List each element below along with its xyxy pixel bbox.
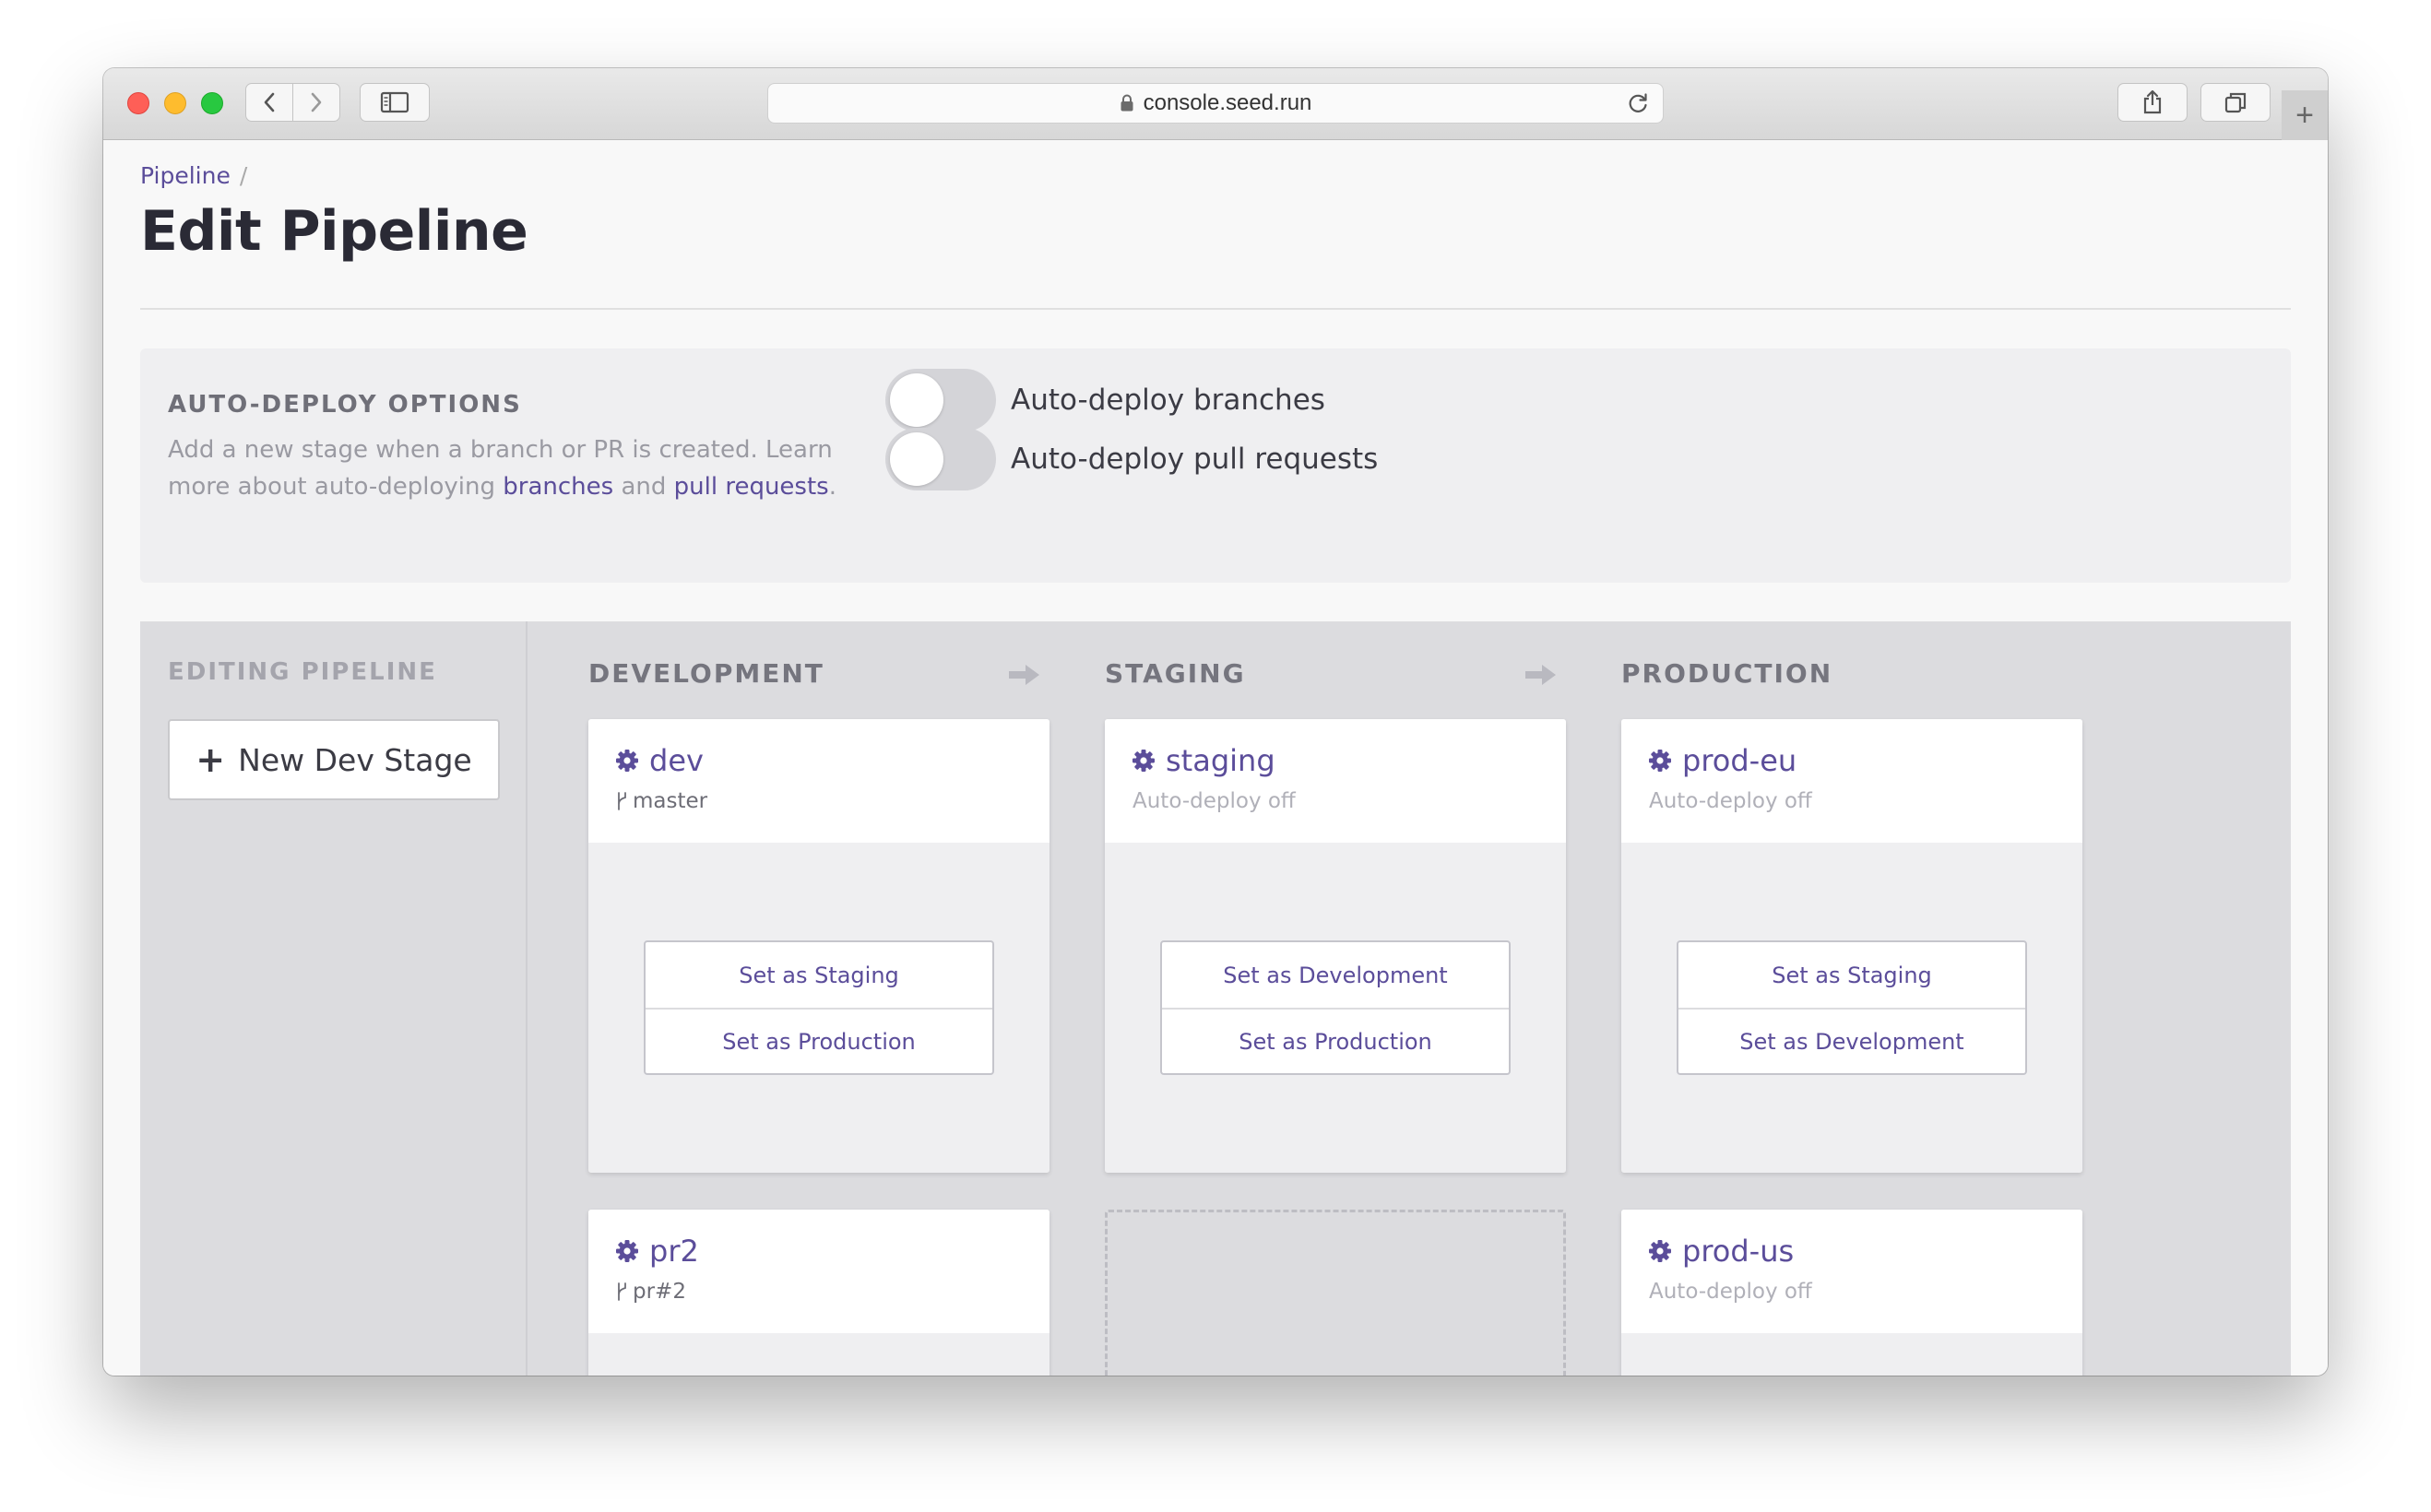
- toggle-knob: [890, 432, 943, 486]
- auto-deploy-description: Add a new stage when a branch or PR is c…: [168, 431, 850, 505]
- stage-card-staging: staging Auto-deploy off Set as Developme…: [1105, 719, 1566, 1173]
- set-as-production-button[interactable]: Set as Production: [1162, 1008, 1509, 1073]
- new-dev-stage-button[interactable]: + New Dev Stage: [168, 719, 500, 800]
- stage-card-prod-eu: prod-eu Auto-deploy off Set as Staging S…: [1621, 719, 2082, 1173]
- address-bar-url: console.seed.run: [1143, 90, 1312, 115]
- stage-name[interactable]: staging: [1131, 743, 1275, 778]
- page-title: Edit Pipeline: [140, 199, 528, 264]
- reload-icon[interactable]: [1626, 91, 1650, 115]
- auto-deploy-options-panel: AUTO-DEPLOY OPTIONS Add a new stage when…: [140, 348, 2291, 583]
- sidebar-toggle-button[interactable]: [360, 83, 430, 122]
- stage-card-header[interactable]: dev master: [588, 719, 1049, 843]
- breadcrumb-link-pipeline[interactable]: Pipeline: [140, 162, 231, 189]
- stage-auto-deploy-status: Auto-deploy off: [1649, 1280, 1812, 1304]
- pipeline-board: EDITING PIPELINE + New Dev Stage DEVELOP…: [140, 621, 2291, 1376]
- stage-auto-deploy-status: Auto-deploy off: [1132, 789, 1296, 813]
- staging-column-heading: STAGING: [1105, 658, 1246, 689]
- development-column-heading: DEVELOPMENT: [588, 658, 824, 689]
- editing-pipeline-heading: EDITING PIPELINE: [168, 658, 437, 686]
- stage-actions-menu: Set as Staging Set as Development: [1677, 940, 2027, 1075]
- address-bar[interactable]: console.seed.run: [767, 83, 1664, 124]
- share-button[interactable]: [2117, 83, 2188, 122]
- stage-branch-label: master: [633, 789, 708, 813]
- arrow-right-icon: [1524, 662, 1559, 688]
- page-content: Pipeline / Edit Pipeline AUTO-DEPLOY OPTI…: [103, 140, 2328, 1376]
- chevron-left-icon: [264, 92, 275, 112]
- branch-icon: [616, 791, 629, 811]
- stage-branch-label: pr#2: [633, 1280, 686, 1304]
- stage-name[interactable]: pr2: [614, 1234, 699, 1269]
- browser-toolbar: console.seed.run +: [103, 68, 2328, 140]
- stage-name-label: pr2: [649, 1234, 699, 1269]
- stage-name-label: prod-eu: [1682, 743, 1797, 778]
- lock-icon: [1120, 94, 1134, 112]
- auto-deploy-branches-toggle[interactable]: [885, 369, 996, 431]
- description-text: and: [613, 473, 674, 501]
- breadcrumb: Pipeline /: [140, 162, 247, 189]
- toggle-knob: [890, 373, 943, 427]
- gear-icon: [1131, 748, 1156, 774]
- auto-deploy-branches-row: Auto-deploy branches: [885, 369, 1325, 431]
- set-as-development-button[interactable]: Set as Development: [1162, 942, 1509, 1008]
- new-tab-button[interactable]: +: [2282, 90, 2328, 140]
- stage-name-label: dev: [649, 743, 704, 778]
- back-button[interactable]: [245, 83, 293, 122]
- stage-name[interactable]: prod-us: [1647, 1234, 1794, 1269]
- editing-pipeline-column: EDITING PIPELINE + New Dev Stage: [140, 621, 528, 1376]
- stage-branch: master: [616, 789, 707, 813]
- set-as-staging-button[interactable]: Set as Staging: [646, 942, 992, 1008]
- gear-icon: [614, 1238, 640, 1264]
- stage-card-header[interactable]: prod-eu Auto-deploy off: [1621, 719, 2082, 843]
- pull-requests-link[interactable]: pull requests: [674, 473, 829, 501]
- stage-auto-deploy-status: Auto-deploy off: [1649, 789, 1812, 813]
- stage-name-label: staging: [1166, 743, 1275, 778]
- plus-icon: +: [196, 739, 226, 780]
- stage-name[interactable]: prod-eu: [1647, 743, 1797, 778]
- auto-deploy-pull-requests-row: Auto-deploy pull requests: [885, 428, 1378, 490]
- sidebar-icon: [380, 91, 409, 113]
- auto-deploy-pull-requests-toggle[interactable]: [885, 428, 996, 490]
- branch-icon: [616, 1282, 629, 1302]
- arrow-right-icon: [1007, 662, 1042, 688]
- minimize-window-button[interactable]: [164, 92, 186, 114]
- set-as-staging-button[interactable]: Set as Staging: [1678, 942, 2025, 1008]
- stage-card-pr2: pr2 pr#2: [588, 1210, 1049, 1376]
- tab-overview-button[interactable]: [2200, 83, 2271, 122]
- stage-card-header[interactable]: staging Auto-deploy off: [1105, 719, 1566, 843]
- stage-name[interactable]: dev: [614, 743, 704, 778]
- empty-stage-slot[interactable]: [1105, 1210, 1566, 1376]
- browser-window: console.seed.run + Pipeline / Edit Pipel…: [103, 68, 2328, 1376]
- stage-card-prod-us: prod-us Auto-deploy off: [1621, 1210, 2082, 1376]
- breadcrumb-separator: /: [239, 162, 248, 189]
- close-window-button[interactable]: [127, 92, 149, 114]
- stage-branch: pr#2: [616, 1280, 686, 1304]
- stage-name-label: prod-us: [1682, 1234, 1795, 1269]
- gear-icon: [1647, 748, 1673, 774]
- stage-actions-menu: Set as Development Set as Production: [1160, 940, 1511, 1075]
- share-icon: [2143, 89, 2162, 114]
- production-column-heading: PRODUCTION: [1621, 658, 1833, 689]
- new-dev-stage-label: New Dev Stage: [238, 741, 472, 778]
- stage-actions-menu: Set as Staging Set as Production: [644, 940, 994, 1075]
- chevron-right-icon: [311, 92, 322, 112]
- auto-deploy-branches-label: Auto-deploy branches: [1011, 384, 1325, 417]
- branches-link[interactable]: branches: [503, 473, 613, 501]
- set-as-production-button[interactable]: Set as Production: [646, 1008, 992, 1073]
- set-as-development-button[interactable]: Set as Development: [1678, 1008, 2025, 1073]
- title-divider: [140, 308, 2291, 310]
- zoom-window-button[interactable]: [201, 92, 223, 114]
- tabs-icon: [2224, 92, 2247, 113]
- stage-card-dev: dev master Set as Staging Set as Product…: [588, 719, 1049, 1173]
- stage-card-header[interactable]: pr2 pr#2: [588, 1210, 1049, 1333]
- gear-icon: [614, 748, 640, 774]
- auto-deploy-pull-requests-label: Auto-deploy pull requests: [1011, 443, 1379, 476]
- forward-button[interactable]: [292, 83, 340, 122]
- auto-deploy-heading: AUTO-DEPLOY OPTIONS: [168, 391, 522, 419]
- stage-card-header[interactable]: prod-us Auto-deploy off: [1621, 1210, 2082, 1333]
- description-text: .: [828, 473, 836, 501]
- gear-icon: [1647, 1238, 1673, 1264]
